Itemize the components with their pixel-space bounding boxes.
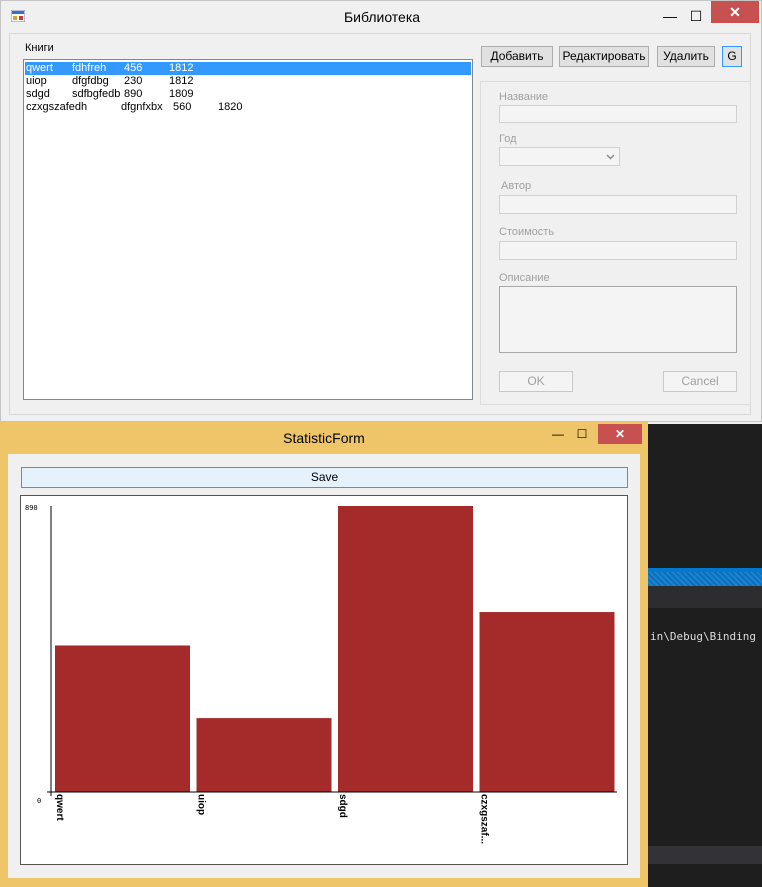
library-window: Библиотека — ☐ ✕ Книги qwert fdhfreh 456… xyxy=(0,0,762,422)
year-label: Год xyxy=(499,133,517,145)
x-tick-label: sdgd xyxy=(337,794,348,818)
description-field[interactable] xyxy=(499,286,737,353)
window-title: Библиотека xyxy=(343,9,421,25)
close-button[interactable]: ✕ xyxy=(711,1,759,23)
list-item[interactable]: qwert fdhfreh 456 1812 xyxy=(25,62,471,75)
ok-button[interactable]: OK xyxy=(499,371,573,392)
y-tick-label: 890 xyxy=(25,504,38,512)
book-title: uiop xyxy=(26,75,47,87)
x-tick-label: qwert xyxy=(54,794,65,821)
book-price: 456 xyxy=(124,62,143,74)
author-label: Автор xyxy=(501,180,532,192)
year-select[interactable] xyxy=(499,147,620,166)
y-tick-label: 0 xyxy=(37,797,41,805)
book-author: dfgfdbg xyxy=(72,75,109,87)
book-price: 230 xyxy=(124,75,143,87)
editor-toolbar xyxy=(648,586,762,608)
book-price: 890 xyxy=(124,88,143,100)
save-button[interactable]: Save xyxy=(21,467,628,488)
chart-bar xyxy=(55,645,190,792)
list-item[interactable]: czxgszafedh dfgnfxbx 560 1820 xyxy=(25,101,471,114)
book-title: sdgd xyxy=(26,88,50,100)
author-field[interactable] xyxy=(499,195,737,214)
chart-bar xyxy=(196,718,332,792)
chart-bar xyxy=(479,612,615,792)
cost-label: Стоимость xyxy=(499,226,555,238)
name-label: Название xyxy=(499,91,549,103)
book-year: 1820 xyxy=(218,101,243,113)
bar-chart: qwert uiop sdgd czxgszaf... 890 0 xyxy=(25,504,617,844)
minimize-button[interactable]: — xyxy=(548,424,568,444)
maximize-button[interactable]: ☐ xyxy=(681,3,711,29)
add-button[interactable]: Добавить xyxy=(481,46,553,67)
x-tick-label: czxgszaf... xyxy=(479,794,490,844)
chart-panel: qwert uiop sdgd czxgszaf... 890 0 xyxy=(20,495,628,865)
books-listbox[interactable]: qwert fdhfreh 456 1812 uiop dfgfdbg 230 … xyxy=(23,59,473,400)
background-editor: in\Debug\Binding xyxy=(648,424,762,887)
book-year: 1812 xyxy=(169,62,194,74)
list-item[interactable]: uiop dfgfdbg 230 1812 xyxy=(25,75,471,88)
book-title: czxgszafedh xyxy=(26,101,88,113)
name-field[interactable] xyxy=(499,105,737,123)
cancel-button[interactable]: Cancel xyxy=(663,371,737,392)
cost-field[interactable] xyxy=(499,241,737,260)
g-button[interactable]: G xyxy=(722,46,742,67)
editor-status-bar xyxy=(648,846,762,864)
list-item[interactable]: sdgd sdfbgfedb 890 1809 xyxy=(25,88,471,101)
editor-tab-stripe xyxy=(648,572,762,586)
x-tick-label: uiop xyxy=(196,794,207,815)
books-label: Книги xyxy=(25,42,54,54)
book-year: 1812 xyxy=(169,75,194,87)
book-author: sdfbgfedb xyxy=(72,88,121,100)
edit-button[interactable]: Редактировать xyxy=(559,46,649,67)
chevron-down-icon xyxy=(606,154,615,160)
maximize-button[interactable]: ☐ xyxy=(572,424,592,444)
close-button[interactable]: ✕ xyxy=(598,424,642,444)
description-label: Описание xyxy=(499,272,550,284)
statistic-window: StatisticForm — ☐ ✕ Save qwert uiop sdgd cz… xyxy=(0,422,648,887)
book-year: 1809 xyxy=(169,88,194,100)
book-price: 560 xyxy=(173,101,192,113)
editor-code-line: in\Debug\Binding xyxy=(650,630,756,643)
book-author: fdhfreh xyxy=(72,62,107,74)
window-client-area: Save qwert uiop sdgd czxgszaf... 890 0 xyxy=(8,454,640,878)
chart-bar xyxy=(338,506,473,792)
book-author: dfgnfxbx xyxy=(121,101,163,113)
delete-button[interactable]: Удалить xyxy=(657,46,715,67)
book-title: qwert xyxy=(26,62,53,74)
